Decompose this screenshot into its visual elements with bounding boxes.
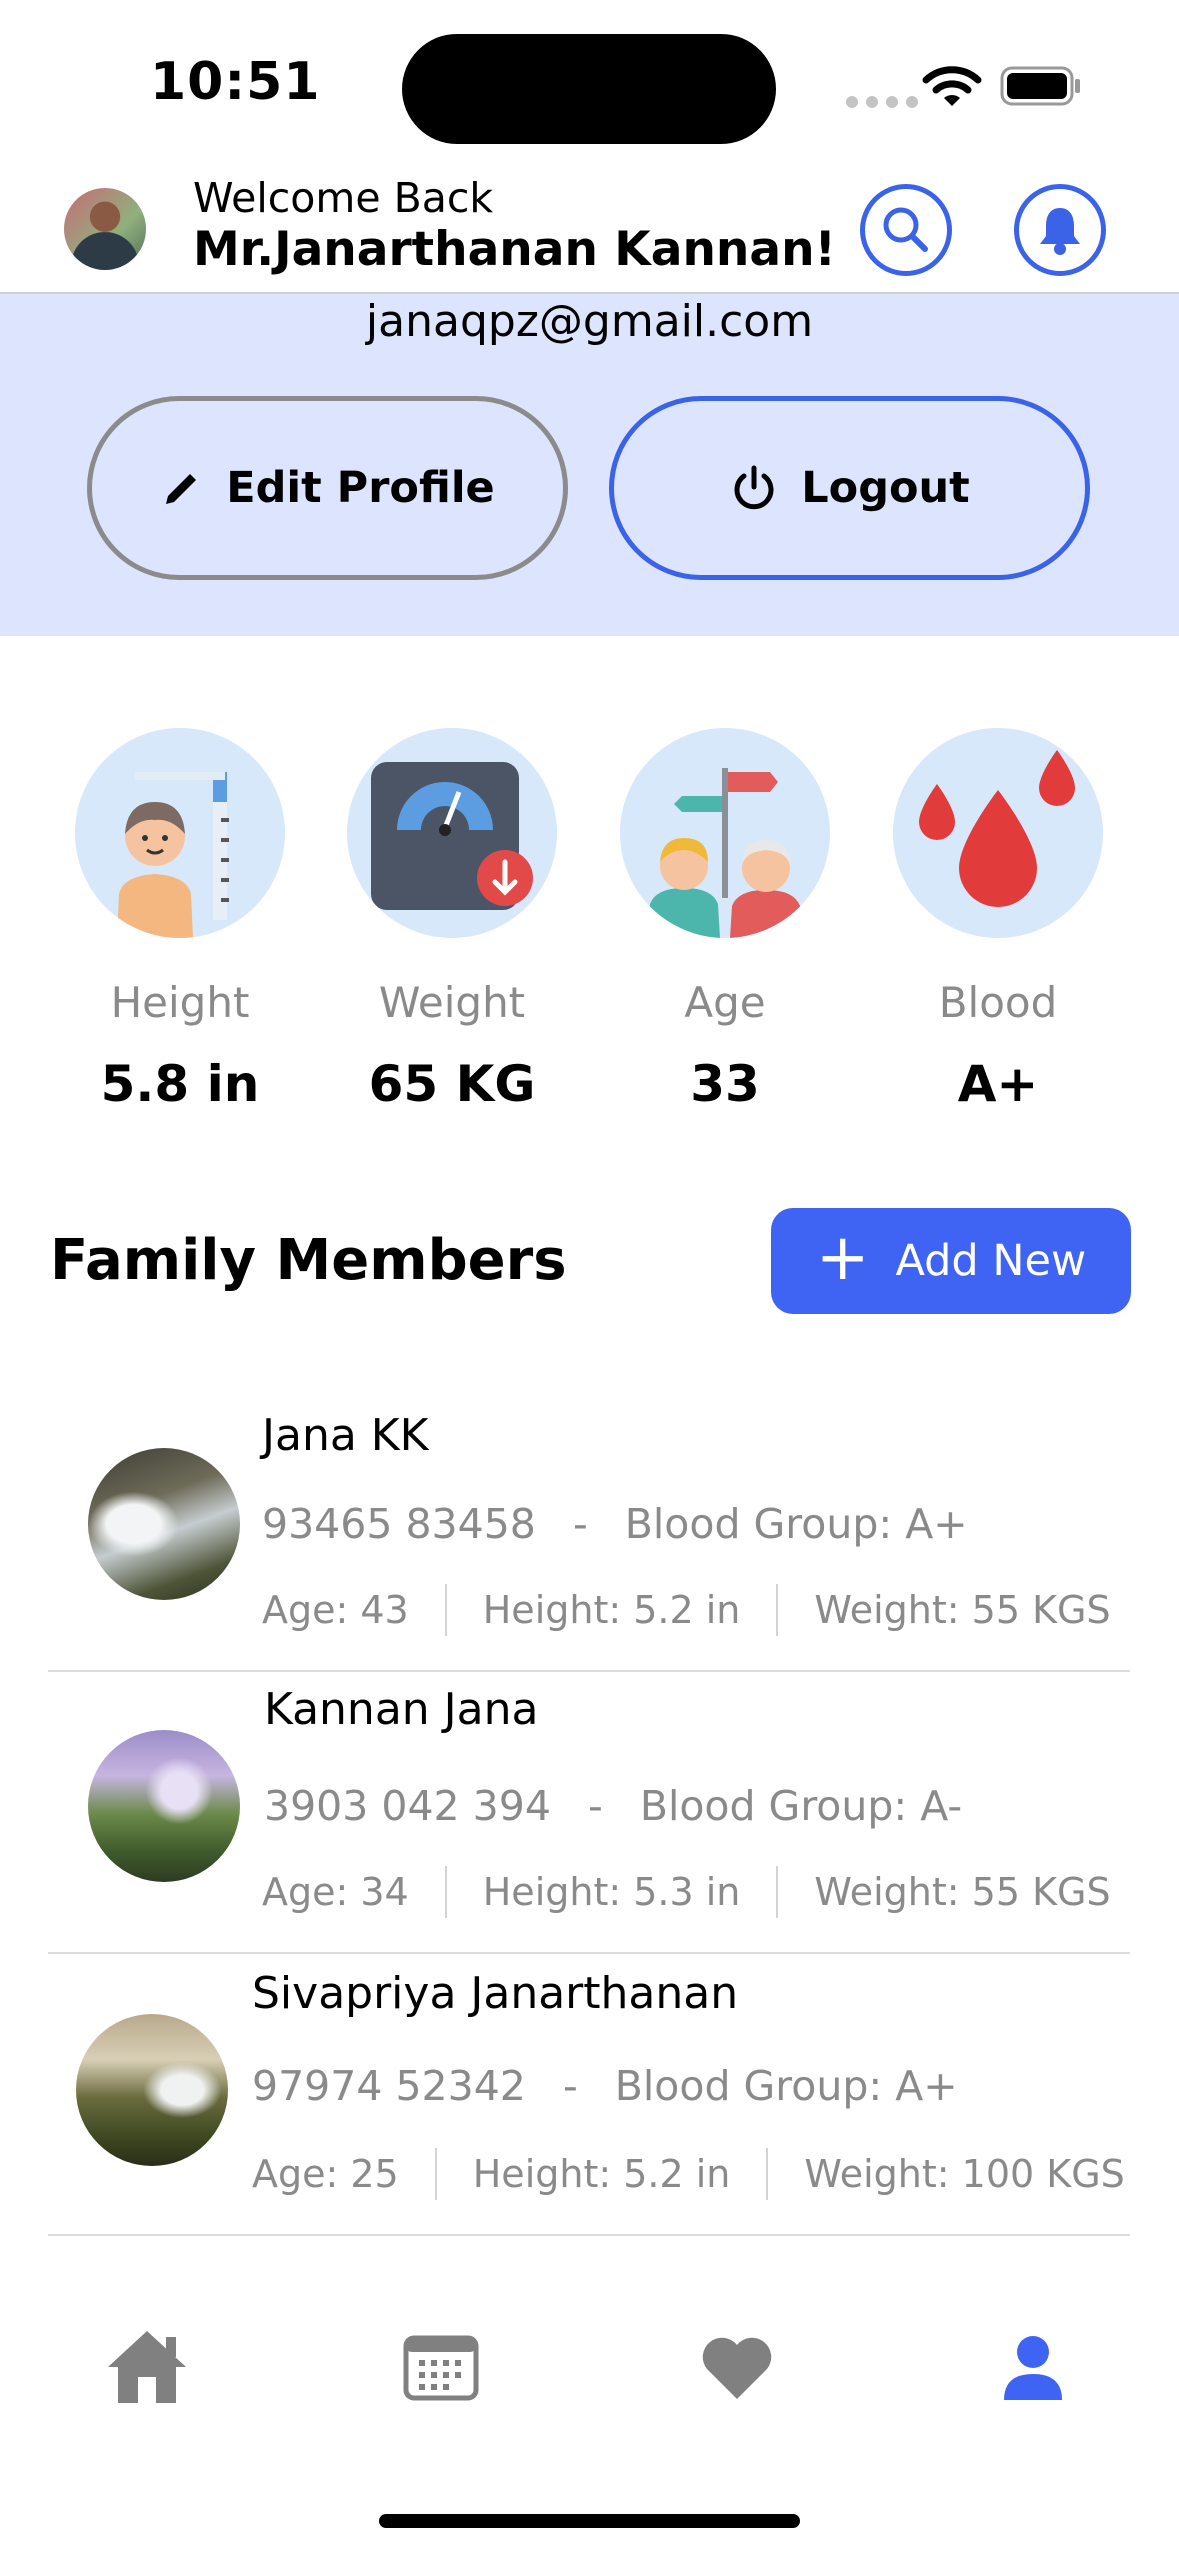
health-stats: Height 5.8 in Weight 65 KG Age 33 Blood … [0, 728, 1179, 1128]
divider [444, 1866, 447, 1918]
member-phone-blood: 97974 52342 - Blood Group: A+ [252, 2062, 958, 2110]
edit-profile-button[interactable]: Edit Profile [87, 396, 568, 580]
family-member-row[interactable]: Sivapriya Janarthanan 97974 52342 - Bloo… [48, 1954, 1130, 2236]
status-bar: 10:51 [0, 0, 1179, 160]
add-new-member-button[interactable]: + Add New [771, 1208, 1131, 1314]
divider [434, 2148, 437, 2200]
plus-icon: + [815, 1221, 870, 1295]
member-weight: Weight: 55 KGS [814, 1588, 1111, 1632]
welcome-text: Welcome Back [193, 174, 494, 222]
member-phone: 93465 83458 [262, 1500, 536, 1548]
stat-value: A+ [957, 1055, 1039, 1113]
age-icon [620, 728, 830, 938]
member-avatar [88, 1730, 240, 1882]
search-icon [883, 207, 928, 252]
stat-value: 65 KG [368, 1055, 536, 1113]
member-phone-blood: 3903 042 394 - Blood Group: A- [264, 1782, 962, 1830]
search-button[interactable] [860, 184, 952, 276]
nav-favorites[interactable] [692, 2322, 782, 2412]
blood-drop-icon [893, 728, 1103, 938]
nav-profile[interactable] [988, 2322, 1078, 2412]
member-separator: - [572, 1500, 588, 1548]
member-separator: - [587, 1782, 603, 1830]
member-age: Age: 25 [252, 2152, 399, 2196]
member-weight: Weight: 100 KGS [804, 2152, 1125, 2196]
member-details: Age: 43 Height: 5.2 in Weight: 55 KGS [262, 1584, 1111, 1636]
bell-icon [1040, 208, 1080, 255]
height-measure-icon [75, 728, 285, 938]
calendar-icon [403, 2335, 479, 2401]
member-name: Sivapriya Janarthanan [252, 1968, 739, 2019]
divider [766, 2148, 769, 2200]
member-blood-group: Blood Group: A+ [614, 2062, 958, 2110]
member-avatar [76, 2014, 228, 2166]
family-member-row[interactable]: Kannan Jana 3903 042 394 - Blood Group: … [48, 1672, 1130, 1954]
weight-scale-icon [347, 728, 557, 938]
stat-value: 33 [690, 1055, 760, 1113]
member-height: Height: 5.3 in [482, 1870, 741, 1914]
nav-home[interactable] [102, 2322, 192, 2412]
member-height: Height: 5.2 in [472, 2152, 731, 2196]
logout-button[interactable]: Logout [609, 396, 1090, 580]
member-phone-blood: 93465 83458 - Blood Group: A+ [262, 1500, 968, 1548]
screen: 10:51 Welcome Back Mr.Janarthanan Kannan… [0, 0, 1179, 2556]
family-members-heading: Family Members [50, 1228, 567, 1293]
power-icon [734, 465, 774, 510]
home-indicator[interactable] [379, 2514, 800, 2528]
stat-label: Weight [378, 978, 526, 1027]
stat-height: Height 5.8 in [70, 728, 290, 1113]
status-time: 10:51 [150, 52, 321, 112]
add-new-label: Add New [895, 1236, 1087, 1286]
member-weight: Weight: 55 KGS [814, 1870, 1111, 1914]
divider [444, 1584, 447, 1636]
edit-profile-label: Edit Profile [226, 463, 495, 513]
person-icon [1004, 2336, 1062, 2400]
dynamic-island [402, 34, 776, 144]
member-name: Jana KK [262, 1410, 429, 1461]
member-avatar [88, 1448, 240, 1600]
profile-actions-band: janaqpz@gmail.com Edit Profile Logout [0, 294, 1179, 636]
divider [776, 1584, 779, 1636]
user-email: janaqpz@gmail.com [365, 296, 814, 347]
divider [776, 1866, 779, 1918]
family-member-row[interactable]: Jana KK 93465 83458 - Blood Group: A+ Ag… [48, 1390, 1130, 1672]
stat-label: Blood [938, 978, 1058, 1027]
stat-weight: Weight 65 KG [342, 728, 562, 1113]
user-avatar[interactable] [64, 188, 146, 270]
member-name: Kannan Jana [264, 1684, 539, 1735]
notifications-button[interactable] [1014, 184, 1106, 276]
pencil-icon [166, 474, 197, 504]
member-phone: 3903 042 394 [264, 1782, 551, 1830]
member-age: Age: 43 [262, 1588, 409, 1632]
wifi-icon [922, 66, 982, 106]
stat-label: Age [684, 978, 766, 1027]
logout-label: Logout [801, 463, 970, 513]
user-name: Mr.Janarthanan Kannan! [193, 222, 836, 277]
bottom-navigation [0, 2262, 1179, 2462]
member-details: Age: 25 Height: 5.2 in Weight: 100 KGS [252, 2148, 1125, 2200]
member-age: Age: 34 [262, 1870, 409, 1914]
member-phone: 97974 52342 [252, 2062, 526, 2110]
home-icon [108, 2331, 186, 2403]
stat-blood: Blood A+ [888, 728, 1108, 1113]
nav-calendar[interactable] [396, 2322, 486, 2412]
member-details: Age: 34 Height: 5.3 in Weight: 55 KGS [262, 1866, 1111, 1918]
member-height: Height: 5.2 in [482, 1588, 741, 1632]
stat-label: Height [110, 978, 250, 1027]
member-blood-group: Blood Group: A- [639, 1782, 963, 1830]
member-blood-group: Blood Group: A+ [624, 1500, 968, 1548]
battery-icon [1000, 66, 1080, 106]
member-separator: - [562, 2062, 578, 2110]
heart-icon [702, 2337, 772, 2399]
app-header: Welcome Back Mr.Janarthanan Kannan! [0, 160, 1179, 294]
stat-age: Age 33 [615, 728, 835, 1113]
cellular-signal-icon [846, 96, 918, 108]
stat-value: 5.8 in [100, 1055, 260, 1113]
